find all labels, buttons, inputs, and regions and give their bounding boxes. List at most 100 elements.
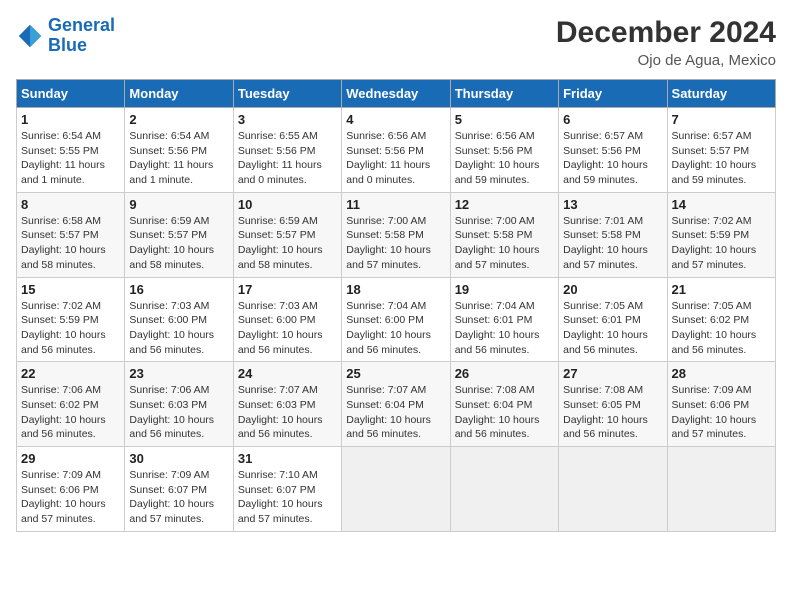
- day-info: Sunrise: 6:54 AM Sunset: 5:55 PM Dayligh…: [21, 129, 120, 188]
- calendar-cell: 25Sunrise: 7:07 AM Sunset: 6:04 PM Dayli…: [342, 362, 450, 447]
- day-number: 1: [21, 112, 120, 127]
- day-info: Sunrise: 7:05 AM Sunset: 6:01 PM Dayligh…: [563, 299, 662, 358]
- day-number: 31: [238, 451, 337, 466]
- title-block: December 2024 Ojo de Agua, Mexico: [556, 16, 776, 69]
- day-number: 8: [21, 197, 120, 212]
- calendar-cell: 29Sunrise: 7:09 AM Sunset: 6:06 PM Dayli…: [17, 447, 125, 532]
- logo-text: General Blue: [48, 16, 115, 56]
- day-number: 28: [672, 366, 771, 381]
- calendar-cell: 19 Sunrise: 7:04 AM Sunset: 6:01 PM Dayli…: [450, 277, 558, 362]
- logo-general: General: [48, 15, 115, 35]
- column-header-friday: Friday: [559, 80, 667, 108]
- calendar-cell: 4 Sunrise: 6:56 AM Sunset: 5:56 PM Daylig…: [342, 108, 450, 193]
- calendar-week-row: 8 Sunrise: 6:58 AM Sunset: 5:57 PM Daylig…: [17, 192, 776, 277]
- day-info: Sunrise: 7:08 AM Sunset: 6:04 PM Dayligh…: [455, 383, 554, 442]
- day-info: Sunrise: 7:04 AM Sunset: 6:00 PM Dayligh…: [346, 299, 445, 358]
- day-number: 12: [455, 197, 554, 212]
- calendar-cell: 27Sunrise: 7:08 AM Sunset: 6:05 PM Dayli…: [559, 362, 667, 447]
- calendar-cell: 10 Sunrise: 6:59 AM Sunset: 5:57 PM Dayli…: [233, 192, 341, 277]
- calendar-cell: 2 Sunrise: 6:54 AM Sunset: 5:56 PM Daylig…: [125, 108, 233, 193]
- calendar-cell: 31 Sunrise: 7:10 AM Sunset: 6:07 PM Dayli…: [233, 447, 341, 532]
- day-number: 24: [238, 366, 337, 381]
- day-number: 2: [129, 112, 228, 127]
- calendar-cell: 23 Sunrise: 7:06 AM Sunset: 6:03 PM Dayli…: [125, 362, 233, 447]
- calendar-cell: 3 Sunrise: 6:55 AM Sunset: 5:56 PM Daylig…: [233, 108, 341, 193]
- day-info: Sunrise: 7:01 AM Sunset: 5:58 PM Dayligh…: [563, 214, 662, 273]
- day-info: Sunrise: 7:06 AM Sunset: 6:03 PM Dayligh…: [129, 383, 228, 442]
- calendar-cell: 18 Sunrise: 7:04 AM Sunset: 6:00 PM Dayli…: [342, 277, 450, 362]
- logo-blue: Blue: [48, 35, 87, 55]
- calendar-cell: 12Sunrise: 7:00 AM Sunset: 5:58 PM Dayli…: [450, 192, 558, 277]
- day-info: Sunrise: 7:04 AM Sunset: 6:01 PM Dayligh…: [455, 299, 554, 358]
- calendar-week-row: 15 Sunrise: 7:02 AM Sunset: 5:59 PM Dayli…: [17, 277, 776, 362]
- column-header-monday: Monday: [125, 80, 233, 108]
- calendar-table: SundayMondayTuesdayWednesdayThursdayFrid…: [16, 79, 776, 532]
- day-info: Sunrise: 6:58 AM Sunset: 5:57 PM Dayligh…: [21, 214, 120, 273]
- calendar-cell: 13 Sunrise: 7:01 AM Sunset: 5:58 PM Dayli…: [559, 192, 667, 277]
- calendar-cell: 14 Sunrise: 7:02 AM Sunset: 5:59 PM Dayli…: [667, 192, 775, 277]
- calendar-week-row: 29Sunrise: 7:09 AM Sunset: 6:06 PM Dayli…: [17, 447, 776, 532]
- day-info: Sunrise: 7:10 AM Sunset: 6:07 PM Dayligh…: [238, 468, 337, 527]
- calendar-cell: 28Sunrise: 7:09 AM Sunset: 6:06 PM Dayli…: [667, 362, 775, 447]
- day-number: 21: [672, 282, 771, 297]
- calendar-cell: 22 Sunrise: 7:06 AM Sunset: 6:02 PM Dayli…: [17, 362, 125, 447]
- calendar-cell: [450, 447, 558, 532]
- page-header: General Blue December 2024 Ojo de Agua, …: [16, 16, 776, 69]
- day-number: 17: [238, 282, 337, 297]
- day-number: 11: [346, 197, 445, 212]
- column-header-wednesday: Wednesday: [342, 80, 450, 108]
- calendar-header-row: SundayMondayTuesdayWednesdayThursdayFrid…: [17, 80, 776, 108]
- calendar-cell: 5Sunrise: 6:56 AM Sunset: 5:56 PM Daylig…: [450, 108, 558, 193]
- calendar-cell: [667, 447, 775, 532]
- column-header-saturday: Saturday: [667, 80, 775, 108]
- column-header-thursday: Thursday: [450, 80, 558, 108]
- day-number: 25: [346, 366, 445, 381]
- day-info: Sunrise: 6:54 AM Sunset: 5:56 PM Dayligh…: [129, 129, 228, 188]
- calendar-cell: 26Sunrise: 7:08 AM Sunset: 6:04 PM Dayli…: [450, 362, 558, 447]
- day-number: 16: [129, 282, 228, 297]
- day-number: 14: [672, 197, 771, 212]
- calendar-cell: 6 Sunrise: 6:57 AM Sunset: 5:56 PM Daylig…: [559, 108, 667, 193]
- day-number: 3: [238, 112, 337, 127]
- day-info: Sunrise: 6:57 AM Sunset: 5:56 PM Dayligh…: [563, 129, 662, 188]
- day-number: 18: [346, 282, 445, 297]
- day-number: 4: [346, 112, 445, 127]
- day-number: 5: [455, 112, 554, 127]
- day-number: 30: [129, 451, 228, 466]
- calendar-cell: 17 Sunrise: 7:03 AM Sunset: 6:00 PM Dayli…: [233, 277, 341, 362]
- day-number: 10: [238, 197, 337, 212]
- day-info: Sunrise: 6:56 AM Sunset: 5:56 PM Dayligh…: [346, 129, 445, 188]
- day-info: Sunrise: 7:08 AM Sunset: 6:05 PM Dayligh…: [563, 383, 662, 442]
- day-number: 7: [672, 112, 771, 127]
- day-number: 6: [563, 112, 662, 127]
- day-number: 13: [563, 197, 662, 212]
- calendar-cell: 9Sunrise: 6:59 AM Sunset: 5:57 PM Daylig…: [125, 192, 233, 277]
- calendar-cell: 7 Sunrise: 6:57 AM Sunset: 5:57 PM Daylig…: [667, 108, 775, 193]
- day-info: Sunrise: 7:02 AM Sunset: 5:59 PM Dayligh…: [21, 299, 120, 358]
- calendar-cell: [342, 447, 450, 532]
- logo-icon: [16, 22, 44, 50]
- day-number: 22: [21, 366, 120, 381]
- calendar-cell: 30 Sunrise: 7:09 AM Sunset: 6:07 PM Dayli…: [125, 447, 233, 532]
- day-number: 15: [21, 282, 120, 297]
- day-info: Sunrise: 6:59 AM Sunset: 5:57 PM Dayligh…: [238, 214, 337, 273]
- day-info: Sunrise: 7:02 AM Sunset: 5:59 PM Dayligh…: [672, 214, 771, 273]
- calendar-cell: 16 Sunrise: 7:03 AM Sunset: 6:00 PM Dayli…: [125, 277, 233, 362]
- day-info: Sunrise: 7:06 AM Sunset: 6:02 PM Dayligh…: [21, 383, 120, 442]
- calendar-cell: 21Sunrise: 7:05 AM Sunset: 6:02 PM Dayli…: [667, 277, 775, 362]
- day-info: Sunrise: 6:59 AM Sunset: 5:57 PM Dayligh…: [129, 214, 228, 273]
- calendar-cell: 24 Sunrise: 7:07 AM Sunset: 6:03 PM Dayli…: [233, 362, 341, 447]
- calendar-cell: 8 Sunrise: 6:58 AM Sunset: 5:57 PM Daylig…: [17, 192, 125, 277]
- day-number: 23: [129, 366, 228, 381]
- calendar-week-row: 22 Sunrise: 7:06 AM Sunset: 6:02 PM Dayli…: [17, 362, 776, 447]
- day-info: Sunrise: 7:09 AM Sunset: 6:07 PM Dayligh…: [129, 468, 228, 527]
- day-info: Sunrise: 6:57 AM Sunset: 5:57 PM Dayligh…: [672, 129, 771, 188]
- day-info: Sunrise: 6:55 AM Sunset: 5:56 PM Dayligh…: [238, 129, 337, 188]
- day-number: 20: [563, 282, 662, 297]
- subtitle: Ojo de Agua, Mexico: [556, 52, 776, 69]
- day-number: 19: [455, 282, 554, 297]
- day-info: Sunrise: 7:03 AM Sunset: 6:00 PM Dayligh…: [129, 299, 228, 358]
- day-info: Sunrise: 7:03 AM Sunset: 6:00 PM Dayligh…: [238, 299, 337, 358]
- day-info: Sunrise: 7:07 AM Sunset: 6:03 PM Dayligh…: [238, 383, 337, 442]
- calendar-cell: 1 Sunrise: 6:54 AM Sunset: 5:55 PM Daylig…: [17, 108, 125, 193]
